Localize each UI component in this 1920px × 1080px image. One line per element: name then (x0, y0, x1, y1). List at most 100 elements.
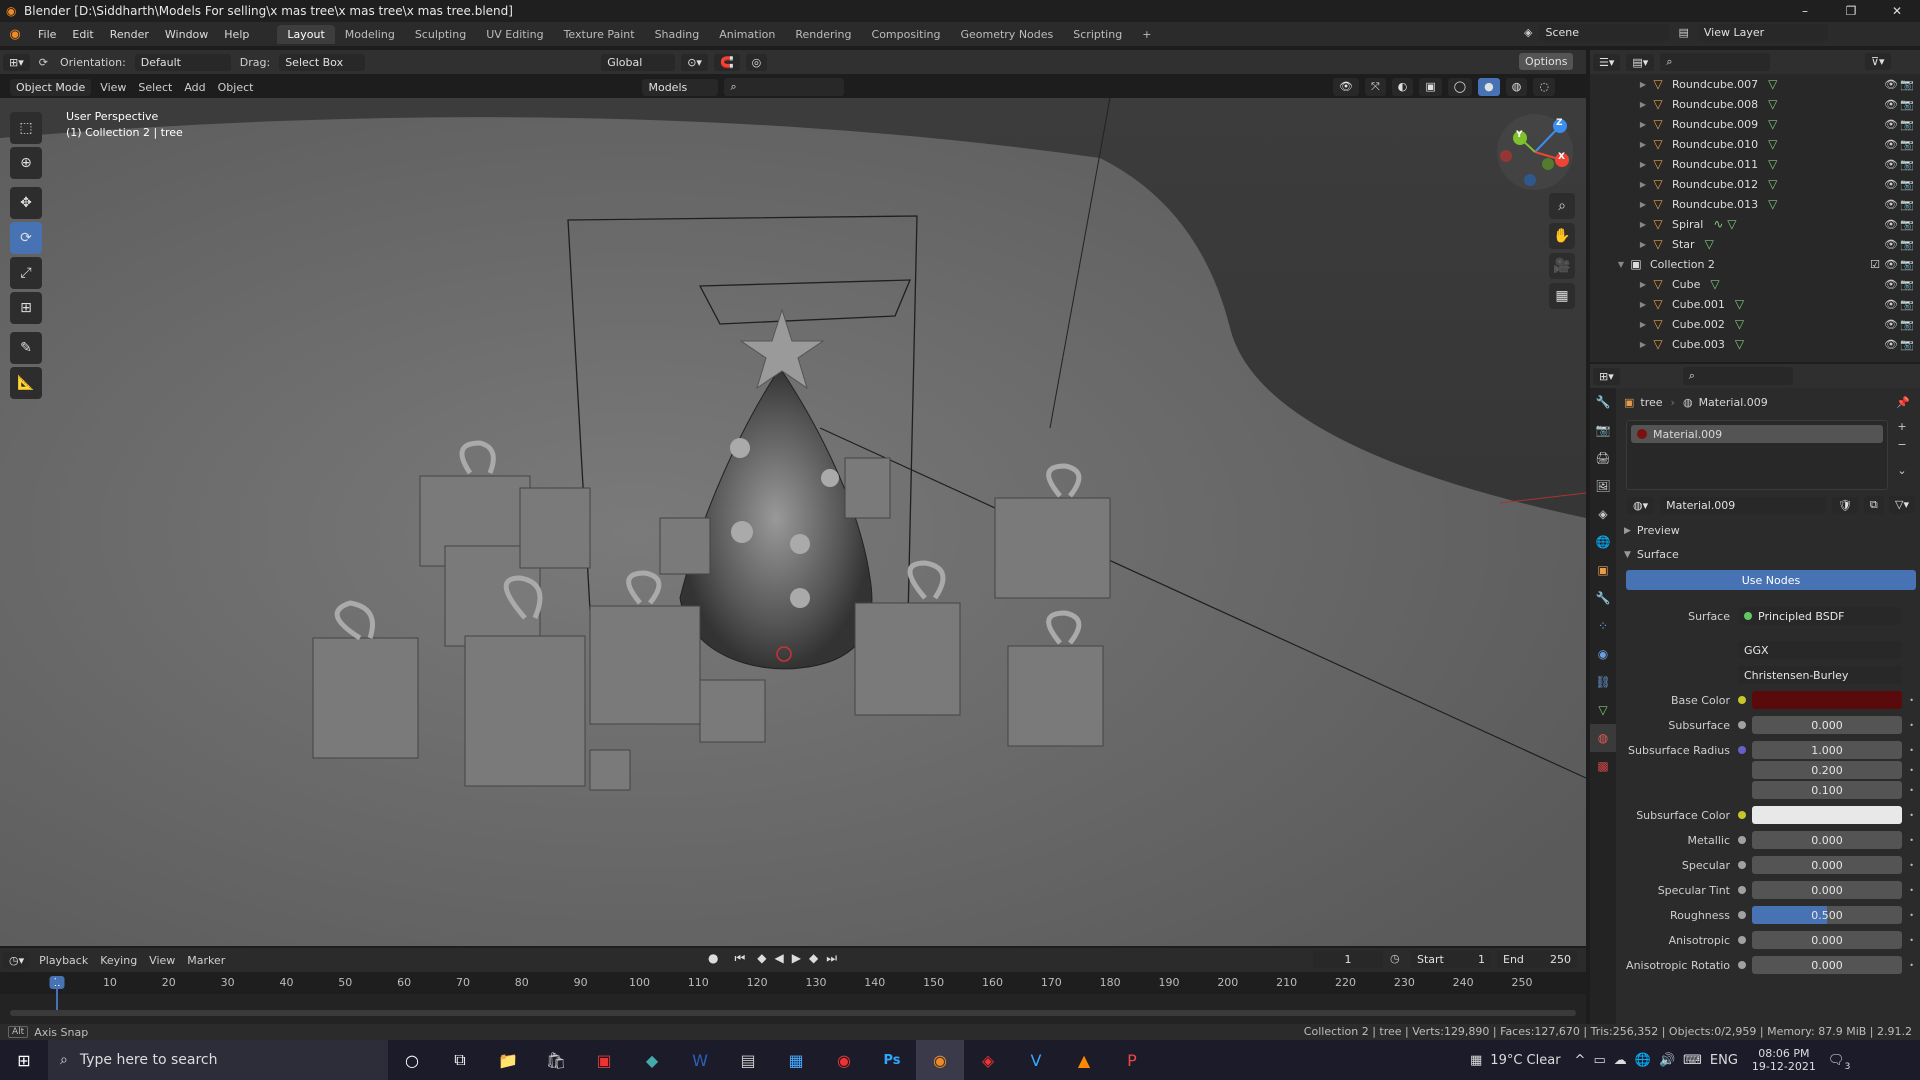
visibility-eye-icon[interactable]: 👁 (1884, 258, 1898, 271)
material-tab-icon[interactable]: ◍ (1590, 724, 1616, 752)
outliner-object-row[interactable]: ▶ ▽ Roundcube.010 ▽ 👁 📷 (1590, 134, 1920, 154)
visibility-eye-icon[interactable]: 👁 (1884, 338, 1898, 351)
visibility-eye-icon[interactable]: 👁 (1884, 198, 1898, 211)
expand-triangle-icon[interactable]: ▶ (1636, 160, 1650, 169)
menu-window[interactable]: Window (157, 28, 216, 41)
object-mode-dropdown[interactable]: Object Mode (10, 78, 92, 96)
number-field[interactable]: 0.000 (1752, 956, 1902, 974)
end-frame-field[interactable]: End 250 (1497, 951, 1577, 968)
input-socket-icon[interactable] (1738, 886, 1746, 894)
render-camera-icon[interactable]: 📷 (1900, 118, 1914, 131)
zoom-icon[interactable]: ⌕ (1549, 193, 1575, 219)
outliner-object-row[interactable]: ▶ ▽ Roundcube.013 ▽ 👁 📷 (1590, 194, 1920, 214)
outliner-object-row[interactable]: ▶ ▽ Cube.002 ▽ 👁 📷 (1590, 314, 1920, 334)
vlc-icon[interactable]: ▲ (1060, 1040, 1108, 1080)
clock[interactable]: 08:06 PM 19-12-2021 (1752, 1047, 1816, 1073)
transform-icon[interactable]: ⊞ (10, 292, 42, 324)
play-icon[interactable]: ▶ (792, 951, 801, 966)
input-socket-icon[interactable] (1738, 861, 1746, 869)
visibility-eye-icon[interactable]: 👁 (1884, 238, 1898, 251)
render-camera-icon[interactable]: 📷 (1900, 258, 1914, 271)
expand-triangle-icon[interactable]: ▶ (1636, 100, 1650, 109)
volume-icon[interactable]: 🔊 (1659, 1053, 1675, 1068)
rotate-icon[interactable]: ⟳ (10, 222, 42, 254)
outliner-object-row[interactable]: ▶ ▽ Roundcube.007 ▽ 👁 📷 (1590, 74, 1920, 94)
tool-tab-icon[interactable]: 🔧 (1590, 388, 1616, 416)
drag-dropdown[interactable]: Select Box (279, 53, 366, 71)
render-camera-icon[interactable]: 📷 (1900, 238, 1914, 251)
input-socket-icon[interactable] (1738, 961, 1746, 969)
tab-animation[interactable]: Animation (709, 25, 785, 44)
outliner-object-row[interactable]: ▶ ▽ Spiral ∿ ▽ 👁 📷 (1590, 214, 1920, 234)
keyframe-dot-icon[interactable]: • (1909, 811, 1914, 820)
xray-toggle-icon[interactable]: ▣ (1419, 78, 1442, 96)
mesh-data-icon[interactable]: ▽ (1768, 197, 1777, 211)
number-field[interactable]: 0.000 (1752, 881, 1902, 899)
outliner-search-input[interactable]: ⌕ (1660, 53, 1771, 71)
expand-triangle-icon[interactable]: ▶ (1636, 300, 1650, 309)
render-camera-icon[interactable]: 📷 (1900, 78, 1914, 91)
outliner-object-row[interactable]: ▶ ▽ Cube.003 ▽ 👁 📷 (1590, 334, 1920, 354)
mesh-data-icon[interactable]: ▽ (1768, 137, 1777, 151)
viewport-menu-select[interactable]: Select (138, 81, 172, 94)
outliner-editor-type-button[interactable]: ☰▾ (1593, 53, 1621, 71)
visibility-eye-icon[interactable]: 👁 (1884, 298, 1898, 311)
keyboard-icon[interactable]: ⌨ (1683, 1053, 1702, 1068)
material-shading-icon[interactable]: ◍ (1505, 78, 1528, 96)
start-frame-field[interactable]: Start 1 (1411, 951, 1491, 968)
network-icon[interactable]: ▭ (1593, 1053, 1605, 1068)
render-camera-icon[interactable]: 📷 (1900, 178, 1914, 191)
tab-layout[interactable]: Layout (277, 24, 335, 44)
number-field[interactable]: 0.000 (1752, 931, 1902, 949)
minimize-button[interactable]: – (1782, 0, 1828, 22)
maximize-button[interactable]: ❐ (1828, 0, 1874, 22)
subsurface-method-dropdown[interactable]: Christensen-Burley (1738, 666, 1902, 684)
scene-selector[interactable]: Scene (1539, 24, 1670, 41)
visibility-icon[interactable]: 👁 (1333, 78, 1359, 96)
outliner-filter-icon[interactable]: ⊽▾ (1865, 53, 1891, 70)
preview-panel-header[interactable]: ▶ Preview (1624, 524, 1680, 537)
viewport-search-input[interactable]: ⌕ (724, 78, 845, 96)
tab-modeling[interactable]: Modeling (335, 25, 405, 44)
viewport-menu-view[interactable]: View (100, 81, 126, 94)
word-icon[interactable]: W (676, 1040, 724, 1080)
render-camera-icon[interactable]: 📷 (1900, 338, 1914, 351)
visibility-eye-icon[interactable]: 👁 (1884, 178, 1898, 191)
tab-shading[interactable]: Shading (645, 25, 710, 44)
globe-icon[interactable]: 🌐 (1635, 1053, 1651, 1068)
duplicate-material-icon[interactable]: ⧉ (1863, 496, 1884, 514)
app-icon[interactable]: ◆ (628, 1040, 676, 1080)
annotate-icon[interactable]: ✎ (10, 332, 42, 364)
outliner-display-mode-button[interactable]: ▤▾ (1626, 53, 1655, 71)
orientation-dropdown[interactable]: Default (134, 53, 231, 71)
cortana-icon[interactable]: ○ (388, 1040, 436, 1080)
timeline-marker-menu[interactable]: Marker (187, 954, 225, 967)
curve-data-icon[interactable]: ∿ ▽ (1713, 217, 1736, 231)
slider-field[interactable]: 0.500 (1752, 906, 1902, 924)
outliner-object-row[interactable]: ▶ ▽ Cube ▽ 👁 📷 (1590, 274, 1920, 294)
editor-type-button[interactable]: ⊞▾ (3, 53, 30, 71)
mesh-data-icon[interactable]: ▽ (1735, 297, 1744, 311)
properties-editor-type-button[interactable]: ⊞▾ (1593, 367, 1620, 385)
transform-orientation-dropdown[interactable]: Global (601, 53, 676, 71)
render-camera-icon[interactable]: 📷 (1900, 298, 1914, 311)
office-icon[interactable]: ▣ (580, 1040, 628, 1080)
expand-triangle-icon[interactable]: ▶ (1636, 340, 1650, 349)
mesh-data-icon[interactable]: ▽ (1710, 277, 1719, 291)
render-camera-icon[interactable]: 📷 (1900, 138, 1914, 151)
keyframe-dot-icon[interactable]: • (1909, 766, 1914, 775)
material-slot-row[interactable]: Material.009 (1631, 425, 1883, 443)
visibility-eye-icon[interactable]: 👁 (1884, 158, 1898, 171)
collection-filter-dropdown[interactable]: Models (642, 78, 719, 96)
visibility-eye-icon[interactable]: 👁 (1884, 278, 1898, 291)
expand-triangle-icon[interactable]: ▶ (1636, 180, 1650, 189)
constraints-tab-icon[interactable]: ⛓ (1590, 668, 1616, 696)
slot-menu-button[interactable]: ⌄ (1892, 464, 1912, 482)
gizmo-toggle-icon[interactable]: ⤧ (1364, 78, 1386, 96)
overlays-toggle-icon[interactable]: ◐ (1391, 78, 1414, 96)
app4-icon[interactable]: ◈ (964, 1040, 1012, 1080)
texture-tab-icon[interactable]: ▩ (1590, 752, 1616, 780)
weather-text[interactable]: 19°C Clear (1490, 1053, 1560, 1068)
expand-triangle-icon[interactable]: ▶ (1636, 140, 1650, 149)
expand-triangle-icon[interactable]: ▶ (1636, 80, 1650, 89)
